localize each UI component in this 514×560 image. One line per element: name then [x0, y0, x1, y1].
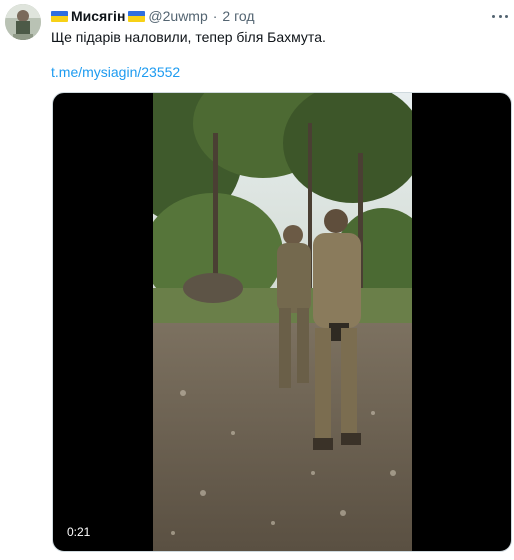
video-frame[interactable]	[153, 93, 412, 551]
video-scene	[153, 93, 412, 551]
more-horizontal-icon	[492, 14, 495, 18]
ukraine-flag-icon	[51, 10, 68, 22]
video-player[interactable]: 0:21	[52, 92, 512, 552]
timestamp[interactable]: 2 год	[222, 8, 254, 24]
ukraine-flag-icon	[128, 10, 146, 22]
tweet-text: Ще підарів наловили, тепер біля Бахмута.	[51, 29, 326, 45]
tweet-link[interactable]: t.me/mysiagin/23552	[51, 63, 180, 81]
avatar-image	[5, 4, 41, 40]
tweet-header: Мисягін @2uwmp · 2 год	[51, 7, 255, 25]
author-handle[interactable]: @2uwmp	[148, 8, 207, 24]
separator-dot: ·	[212, 8, 218, 24]
video-duration: 0:21	[63, 524, 95, 541]
avatar[interactable]	[5, 4, 41, 40]
author-name[interactable]: Мисягін	[71, 8, 125, 24]
more-options-button[interactable]	[492, 8, 508, 24]
tweet[interactable]: Мисягін @2uwmp · 2 год Ще підарів налови…	[0, 0, 514, 560]
